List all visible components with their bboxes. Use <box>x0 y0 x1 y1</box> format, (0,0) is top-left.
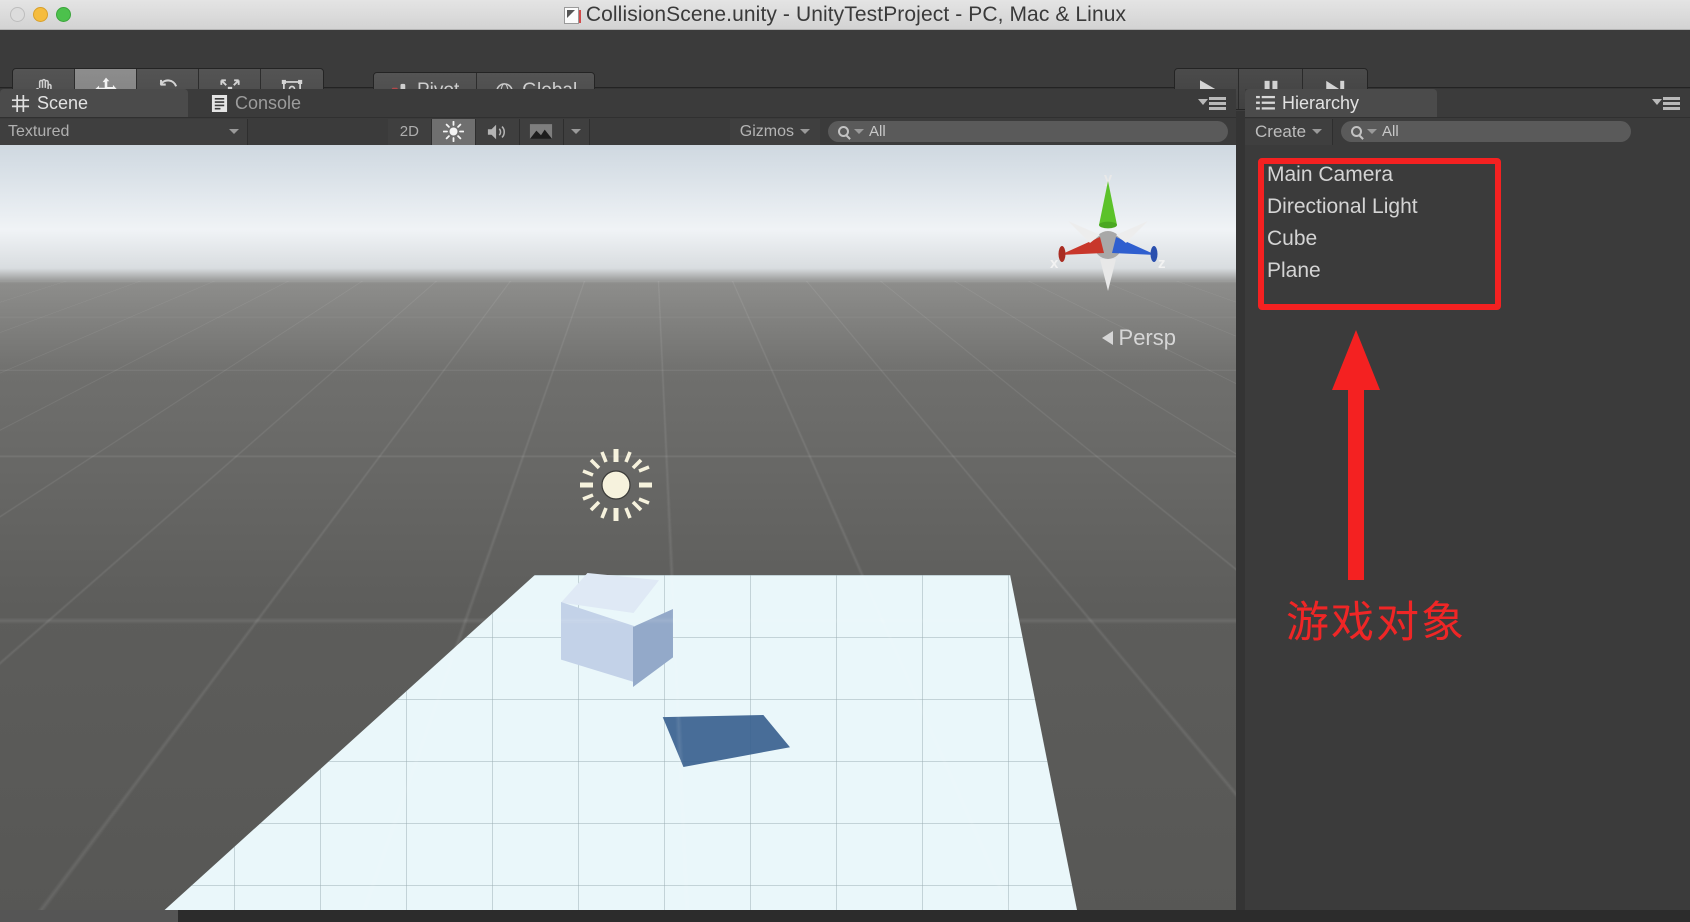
view-projection-value: Persp <box>1118 325 1176 350</box>
tab-hierarchy-label: Hierarchy <box>1282 92 1360 113</box>
scene-search-input[interactable]: All <box>828 121 1229 142</box>
window-controls <box>10 7 71 22</box>
hierarchy-item-directional-light[interactable]: Directional Light <box>1245 191 1690 223</box>
axis-z-label: z <box>1158 255 1166 272</box>
search-filter-caret-icon <box>1367 129 1378 134</box>
close-button[interactable] <box>10 7 25 22</box>
hierarchy-item-main-camera[interactable]: Main Camera <box>1245 159 1690 191</box>
status-bar <box>0 910 1690 922</box>
window-titlebar: CollisionScene.unity - UnityTestProject … <box>0 0 1690 30</box>
scene-panel-options-menu[interactable] <box>1198 97 1226 111</box>
window-title-group: CollisionScene.unity - UnityTestProject … <box>0 0 1690 30</box>
2d-label: 2D <box>399 123 419 140</box>
create-label: Create <box>1255 121 1307 141</box>
scene-viewport[interactable]: y x z Persp <box>0 145 1236 915</box>
window-title: CollisionScene.unity - UnityTestProject … <box>585 3 1127 26</box>
maximize-button[interactable] <box>56 7 71 22</box>
scene-toolbar-gap-1 <box>248 118 388 145</box>
hierarchy-object-list: Main Camera Directional Light Cube Plane <box>1245 145 1690 922</box>
sun-gizmo-icon <box>580 449 652 521</box>
hierarchy-panel-options-menu[interactable] <box>1652 97 1680 111</box>
audio-toggle-button[interactable] <box>475 118 520 145</box>
unity-document-icon <box>563 6 581 24</box>
search-icon <box>1351 126 1363 137</box>
gizmos-dropdown[interactable]: Gizmos <box>729 118 821 145</box>
hierarchy-search-input[interactable]: All <box>1341 121 1632 142</box>
console-icon <box>211 94 228 112</box>
scene-orientation-gizmo[interactable]: y x z <box>1038 167 1178 302</box>
unity-editor-window: CollisionScene.unity - UnityTestProject … <box>0 0 1690 922</box>
sun-icon <box>442 121 464 142</box>
scene-view-toolbar: Textured 2D Gizmos All <box>0 117 1236 145</box>
effects-icon <box>530 124 553 139</box>
search-icon <box>838 126 850 137</box>
2d-toggle-button[interactable]: 2D <box>387 118 432 145</box>
hierarchy-panel: Hierarchy Create All Main Camera Directi <box>1245 89 1690 922</box>
minimize-button[interactable] <box>33 7 48 22</box>
hierarchy-item-label: Plane <box>1267 259 1321 282</box>
options-menu-icon <box>1652 97 1680 111</box>
hierarchy-item-label: Main Camera <box>1267 163 1394 186</box>
search-filter-caret-icon <box>854 129 865 134</box>
axis-x-label: x <box>1050 255 1059 272</box>
hierarchy-item-label: Directional Light <box>1267 195 1418 218</box>
options-menu-icon <box>1198 97 1226 111</box>
hierarchy-item-plane[interactable]: Plane <box>1245 255 1690 287</box>
scene-toolbar-gap-2 <box>589 118 730 145</box>
hierarchy-panel-tabrow: Hierarchy <box>1245 89 1690 117</box>
hierarchy-toolbar: Create All <box>1245 117 1690 145</box>
scene-panel-tabrow: Scene Console <box>0 89 1236 117</box>
annotation-text: 游戏对象 <box>1286 598 1466 648</box>
directional-light-gizmo[interactable] <box>576 445 656 525</box>
hierarchy-search-value: All <box>1382 123 1399 140</box>
tab-console-label: Console <box>235 92 302 113</box>
lighting-toggle-button[interactable] <box>431 118 476 145</box>
scene-search-value: All <box>869 123 886 140</box>
audio-icon <box>488 124 506 139</box>
hierarchy-item-cube[interactable]: Cube <box>1245 223 1690 255</box>
draw-mode-label: Textured <box>8 122 70 140</box>
draw-mode-dropdown[interactable]: Textured <box>0 118 248 145</box>
tab-hierarchy[interactable]: Hierarchy <box>1245 89 1437 117</box>
tab-console[interactable]: Console <box>200 89 317 117</box>
hierarchy-item-label: Cube <box>1267 227 1318 250</box>
chevron-down-icon <box>229 129 239 134</box>
annotation-arrow-icon <box>1330 330 1382 580</box>
tab-scene-label: Scene <box>37 92 89 113</box>
effects-dropdown-button[interactable] <box>563 118 590 145</box>
scene-panel: Scene Console Textured 2D Gizmos All y x… <box>0 89 1236 922</box>
view-projection-label[interactable]: Persp <box>1101 325 1176 351</box>
gizmos-label: Gizmos <box>739 122 795 140</box>
chevron-down-icon <box>800 129 811 134</box>
hierarchy-list-icon <box>1256 95 1275 110</box>
tab-scene[interactable]: Scene <box>0 89 188 117</box>
grid-icon <box>11 94 30 112</box>
status-bar-highlight <box>0 910 178 922</box>
chevron-left-icon <box>1101 331 1113 345</box>
effects-toggle-button[interactable] <box>519 118 564 145</box>
chevron-down-icon <box>1312 129 1323 134</box>
chevron-down-icon <box>571 129 582 134</box>
main-toolbar: Pivot Global <box>0 30 1690 110</box>
create-dropdown-button[interactable]: Create <box>1245 118 1334 145</box>
